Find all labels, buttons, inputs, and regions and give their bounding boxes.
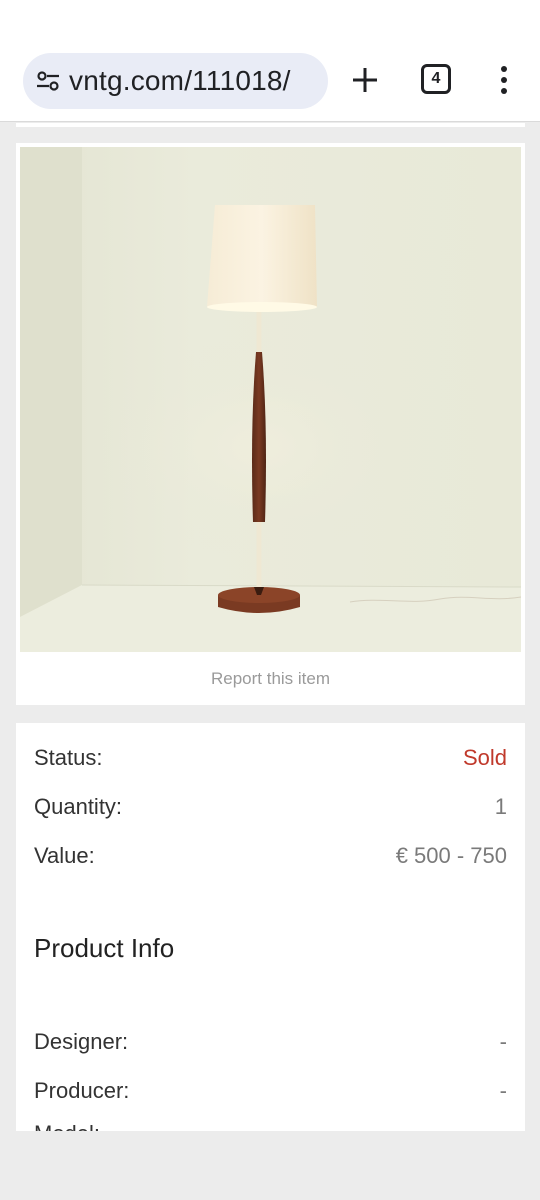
status-bar — [0, 0, 540, 40]
designer-value: - — [499, 1029, 507, 1054]
plus-icon — [353, 68, 377, 92]
product-photo[interactable] — [20, 147, 521, 652]
site-settings-icon[interactable] — [35, 68, 61, 94]
producer-value: - — [499, 1078, 507, 1103]
model-row: Model: — [34, 1121, 507, 1131]
status-label: Status: — [34, 745, 103, 770]
product-info-heading: Product Info — [34, 933, 175, 963]
producer-label: Producer: — [34, 1078, 130, 1103]
more-options-icon[interactable] — [492, 62, 516, 98]
product-image-card: Report this item — [16, 143, 525, 705]
producer-row: Producer: - — [34, 1078, 507, 1104]
product-details-card: Status: Sold Quantity: 1 Value: € 500 - … — [16, 723, 525, 1131]
value-row: Value: € 500 - 750 — [34, 843, 507, 869]
browser-toolbar: vntg.com/111018/ 4 — [0, 40, 540, 122]
designer-row: Designer: - — [34, 1029, 507, 1055]
value-amount: € 500 - 750 — [395, 843, 507, 868]
quantity-label: Quantity: — [34, 794, 123, 819]
report-item-link[interactable]: Report this item — [16, 669, 525, 689]
address-bar[interactable]: vntg.com/111018/ — [23, 53, 328, 109]
model-label: Model: — [34, 1121, 100, 1131]
url-text[interactable]: vntg.com/111018/ — [69, 65, 291, 97]
quantity-row: Quantity: 1 — [34, 794, 507, 820]
quantity-value: 1 — [494, 794, 507, 819]
tab-count: 4 — [431, 70, 441, 87]
value-label: Value: — [34, 843, 95, 868]
status-row: Status: Sold — [34, 745, 507, 771]
status-badge: Sold — [462, 745, 507, 770]
tab-switcher-button[interactable]: 4 — [421, 64, 451, 94]
previous-card-edge — [16, 123, 525, 127]
designer-label: Designer: — [34, 1029, 129, 1054]
floor-lamp-image — [20, 147, 521, 652]
new-tab-button[interactable] — [347, 60, 383, 100]
